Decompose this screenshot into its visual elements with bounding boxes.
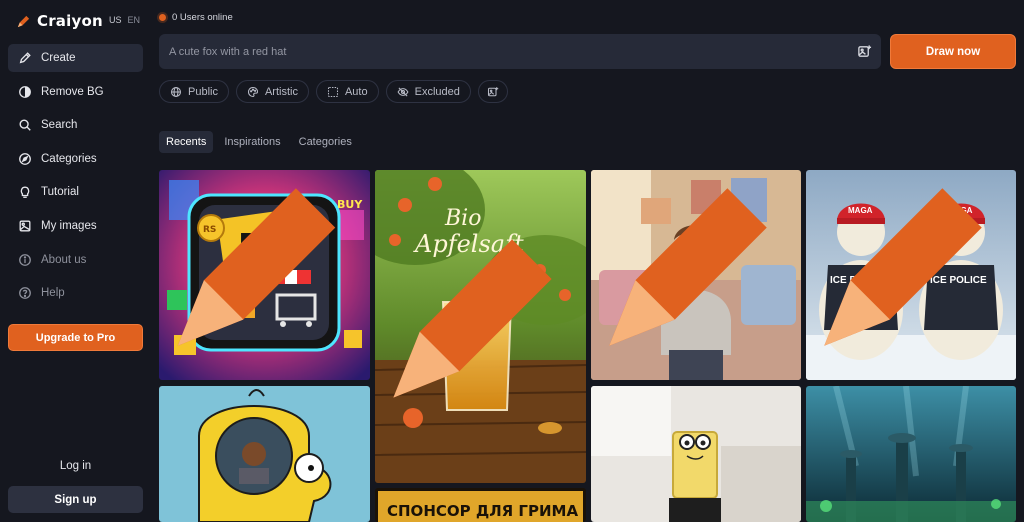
brand-name: Craiyon [37, 12, 103, 30]
sidebar-item-remove-bg[interactable]: Remove BG [8, 78, 143, 106]
option-label: Excluded [414, 85, 460, 98]
contrast-icon [19, 85, 31, 98]
option-artistic[interactable]: Artistic [235, 80, 309, 103]
info-icon [19, 253, 31, 266]
sidebar-item-create[interactable]: Create [8, 44, 143, 72]
prompt-box [159, 34, 881, 69]
crayon-logo-icon [17, 15, 30, 27]
sidebar-item-label: Categories [41, 152, 97, 165]
tab-inspirations[interactable]: Inspirations [217, 131, 287, 153]
globe-icon [170, 86, 182, 97]
option-excluded[interactable]: Excluded [385, 80, 471, 103]
online-status-text: 0 Users online [172, 12, 233, 23]
sidebar-item-label: Help [41, 287, 65, 300]
signup-button[interactable]: Sign up [8, 486, 143, 513]
option-auto[interactable]: Auto [315, 80, 379, 103]
gallery-image-polar-bears[interactable]: MAGA ICE POLICE MAGA ICE POLICE [806, 170, 1016, 380]
login-link[interactable]: Log in [8, 456, 143, 476]
add-image-icon[interactable] [857, 44, 872, 59]
svg-text:СПОНСОР ДЛЯ ГРИМА: СПОНСОР ДЛЯ ГРИМА [387, 502, 578, 520]
option-label: Public [188, 85, 218, 98]
sidebar-item-search[interactable]: Search [8, 111, 143, 139]
status-dot [159, 14, 166, 21]
gallery-image-banner[interactable]: СПОНСОР ДЛЯ ГРИМА [375, 488, 586, 522]
prompt-input[interactable] [169, 45, 829, 58]
option-label: Auto [344, 85, 368, 98]
upgrade-to-pro-button[interactable]: Upgrade to Pro [8, 324, 143, 351]
option-label: Artistic [264, 85, 298, 98]
add-image-icon [487, 86, 499, 96]
brand-logo[interactable]: Craiyon [16, 11, 103, 31]
sidebar: Craiyon US EN Create Remove BG Search Ca… [0, 0, 150, 522]
generation-options: Public Artistic Auto Excluded [159, 80, 508, 103]
gallery-image-roblox-shop[interactable]: R RS BUY [159, 170, 370, 380]
sidebar-item-label: Create [41, 52, 76, 64]
palette-icon [247, 86, 258, 97]
compass-icon [19, 152, 31, 165]
butter-character-artwork [591, 386, 801, 522]
question-icon [19, 287, 31, 300]
sidebar-item-label: About us [41, 253, 87, 266]
search-icon [19, 119, 31, 131]
crayon-badge-icon [393, 239, 552, 398]
sidebar-item-label: My images [41, 219, 97, 232]
pencil-icon [19, 52, 31, 64]
lightbulb-icon [20, 186, 30, 199]
gallery-image-underwater-city[interactable] [806, 386, 1016, 522]
crayon-badge-icon [177, 188, 336, 346]
gallery-image-boy-on-couch[interactable] [591, 170, 801, 380]
locale-country[interactable]: US [109, 15, 122, 25]
sidebar-item-my-images[interactable]: My images [8, 212, 143, 240]
tab-recents[interactable]: Recents [159, 131, 214, 153]
sidebar-nav: Create Remove BG Search Categories Tutor… [8, 44, 143, 313]
eye-off-icon [397, 87, 409, 96]
gallery-image-cartoon-brain[interactable] [159, 386, 370, 522]
cartoon-brain-artwork [159, 386, 370, 522]
online-status: 0 Users online [159, 12, 233, 23]
locale-language[interactable]: EN [128, 15, 141, 25]
underwater-city-artwork [806, 386, 1016, 522]
gallery-tabs: Recents Inspirations Categories [159, 131, 359, 153]
sidebar-item-about-us[interactable]: About us [8, 246, 143, 274]
sidebar-item-categories[interactable]: Categories [8, 145, 143, 173]
sidebar-item-label: Tutorial [41, 186, 79, 199]
image-icon [19, 220, 31, 232]
sidebar-item-label: Search [41, 119, 78, 132]
draw-now-button[interactable]: Draw now [890, 34, 1016, 69]
crayon-badge-icon [609, 188, 767, 346]
sidebar-item-help[interactable]: Help [8, 279, 143, 307]
tab-categories[interactable]: Categories [292, 131, 359, 153]
gallery-image-apfelsaft[interactable]: Bio Apfelsaft [375, 170, 586, 483]
sidebar-item-label: Remove BG [41, 85, 104, 98]
gallery-image-butter-character[interactable] [591, 386, 801, 522]
sidebar-item-tutorial[interactable]: Tutorial [8, 178, 143, 206]
option-public[interactable]: Public [159, 80, 229, 103]
option-image-prompt[interactable] [477, 80, 508, 103]
locale-selector[interactable]: US EN [109, 15, 140, 25]
crayon-badge-icon [824, 188, 982, 346]
aspect-ratio-icon [327, 86, 338, 97]
banner-artwork: СПОНСОР ДЛЯ ГРИМА [375, 488, 586, 522]
